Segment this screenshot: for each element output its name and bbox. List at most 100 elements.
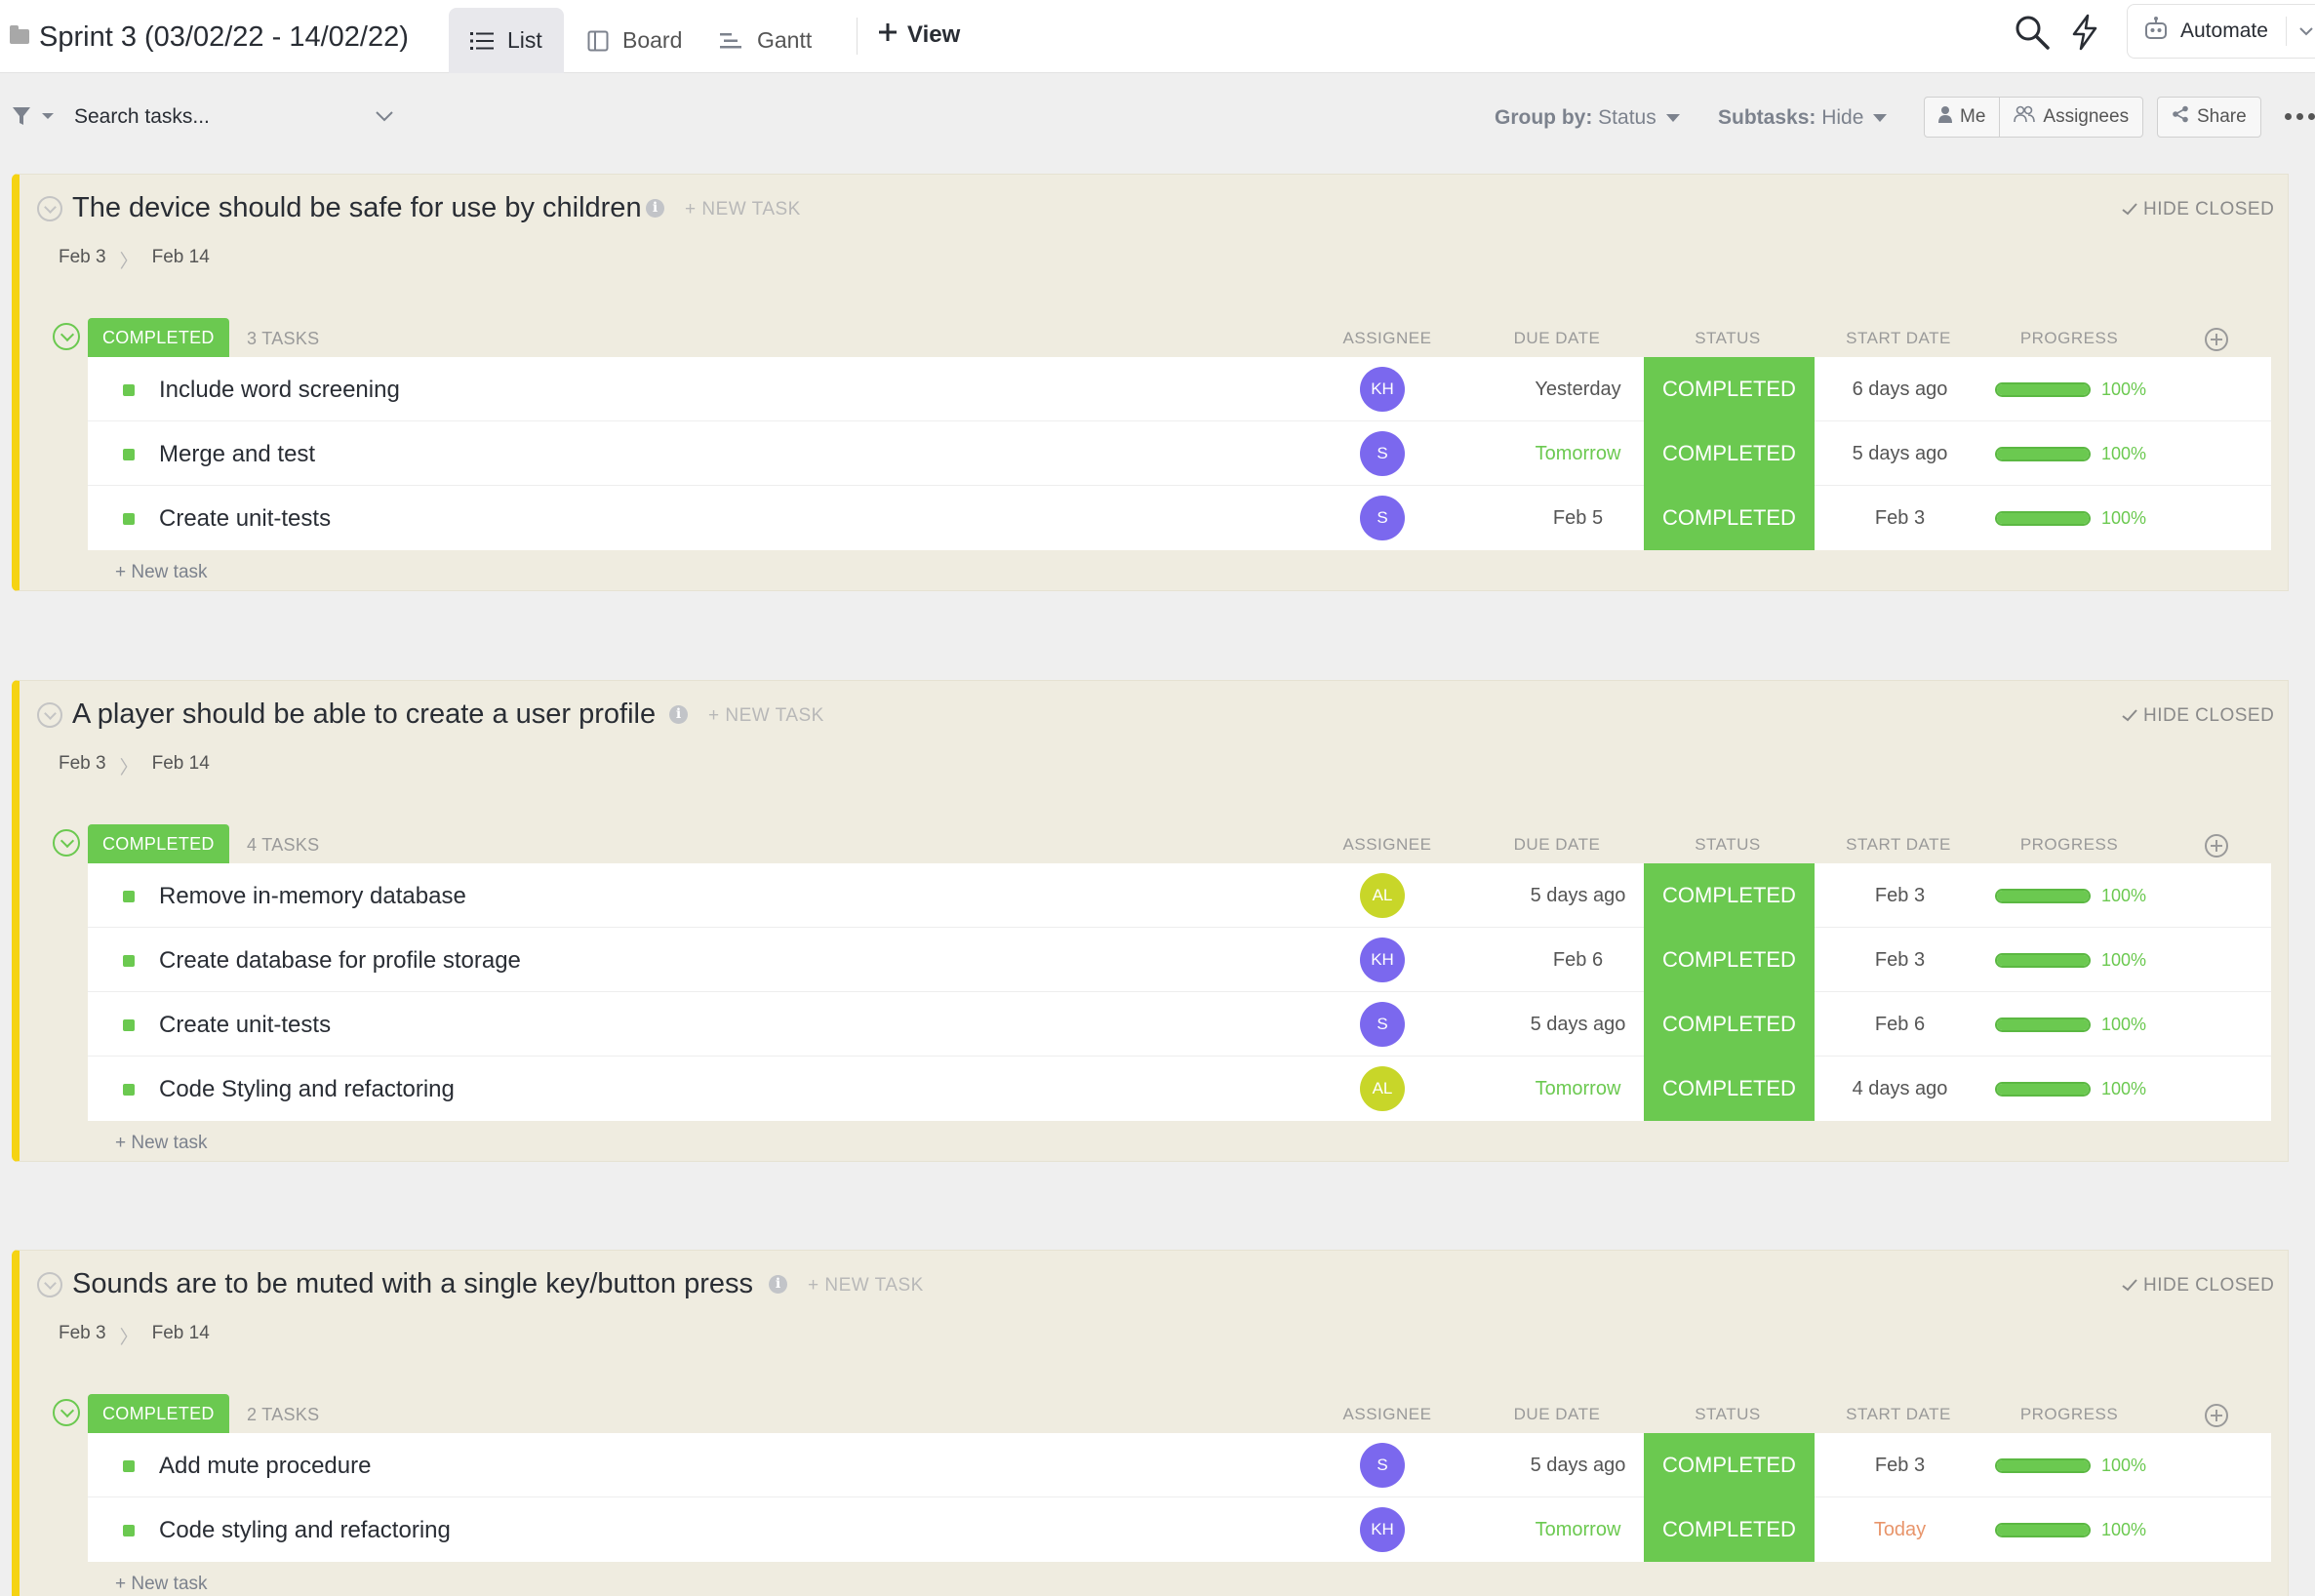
more-options-icon[interactable] bbox=[2285, 113, 2315, 120]
task-status-dot[interactable] bbox=[123, 449, 135, 460]
status-cell[interactable]: COMPLETED bbox=[1644, 1497, 1815, 1562]
status-cell[interactable]: COMPLETED bbox=[1644, 1433, 1815, 1497]
task-row[interactable]: Create database for profile storage KH F… bbox=[88, 928, 2271, 992]
status-group-pill[interactable]: COMPLETED bbox=[88, 824, 229, 863]
filter-icon[interactable] bbox=[12, 105, 55, 132]
add-task-link[interactable]: + New task bbox=[115, 1574, 208, 1595]
hide-closed-button[interactable]: HIDE CLOSED bbox=[2122, 1275, 2274, 1297]
date-range[interactable]: Feb 3 〉 Feb 14 bbox=[59, 753, 210, 779]
task-name[interactable]: Merge and test bbox=[159, 441, 315, 468]
group-collapse-icon[interactable] bbox=[53, 1399, 80, 1426]
add-column-icon[interactable] bbox=[2205, 1404, 2228, 1427]
due-date[interactable]: Tomorrow bbox=[1493, 1519, 1663, 1541]
status-cell[interactable]: COMPLETED bbox=[1644, 1057, 1815, 1121]
due-date[interactable]: Yesterday bbox=[1493, 379, 1663, 401]
search-input[interactable]: Search tasks... bbox=[74, 105, 210, 129]
section-collapse-icon[interactable] bbox=[37, 702, 62, 728]
column-header-assignee[interactable]: ASSIGNEE bbox=[1299, 835, 1475, 855]
assignee-avatar[interactable]: S bbox=[1360, 1443, 1405, 1488]
column-header-progress[interactable]: PROGRESS bbox=[1981, 329, 2157, 348]
info-icon[interactable]: i bbox=[669, 705, 688, 724]
start-date[interactable]: Feb 3 bbox=[1815, 949, 1985, 972]
add-column-icon[interactable] bbox=[2205, 328, 2228, 351]
start-date[interactable]: 4 days ago bbox=[1815, 1078, 1985, 1100]
column-header-assignee[interactable]: ASSIGNEE bbox=[1299, 1405, 1475, 1424]
task-name[interactable]: Create unit-tests bbox=[159, 505, 331, 533]
date-range[interactable]: Feb 3 〉 Feb 14 bbox=[59, 247, 210, 273]
assignee-avatar[interactable]: S bbox=[1360, 431, 1405, 476]
task-name[interactable]: Remove in-memory database bbox=[159, 883, 466, 910]
status-cell[interactable]: COMPLETED bbox=[1644, 486, 1815, 550]
assignee-avatar[interactable]: S bbox=[1360, 1002, 1405, 1047]
task-name[interactable]: Code Styling and refactoring bbox=[159, 1076, 455, 1103]
column-header-progress[interactable]: PROGRESS bbox=[1981, 1405, 2157, 1424]
task-row[interactable]: Code styling and refactoring KH Tomorrow… bbox=[88, 1497, 2271, 1562]
chevron-down-icon[interactable] bbox=[375, 109, 394, 128]
task-status-dot[interactable] bbox=[123, 955, 135, 967]
sprint-title[interactable]: Sprint 3 (03/02/22 - 14/02/22) bbox=[39, 21, 409, 54]
due-date[interactable]: Feb 6 bbox=[1493, 949, 1663, 972]
status-cell[interactable]: COMPLETED bbox=[1644, 928, 1815, 992]
start-date[interactable]: Today bbox=[1815, 1519, 1985, 1541]
hide-closed-button[interactable]: HIDE CLOSED bbox=[2122, 199, 2274, 220]
tab-list[interactable]: List bbox=[449, 8, 564, 73]
column-header-due-date[interactable]: DUE DATE bbox=[1469, 1405, 1645, 1424]
column-header-status[interactable]: STATUS bbox=[1640, 329, 1816, 348]
add-task-link[interactable]: + New task bbox=[115, 1133, 208, 1154]
due-date[interactable]: 5 days ago bbox=[1493, 885, 1663, 907]
start-date[interactable]: Feb 3 bbox=[1815, 1455, 1985, 1477]
section-title[interactable]: The device should be safe for use by chi… bbox=[72, 192, 642, 224]
task-status-dot[interactable] bbox=[123, 513, 135, 525]
search-icon[interactable] bbox=[2014, 14, 2051, 56]
task-name[interactable]: Add mute procedure bbox=[159, 1453, 371, 1480]
task-name[interactable]: Code styling and refactoring bbox=[159, 1517, 451, 1544]
info-icon[interactable]: i bbox=[769, 1275, 787, 1294]
me-button[interactable]: Me bbox=[1925, 98, 1999, 137]
task-row[interactable]: Create unit-tests S Feb 5 COMPLETED Feb … bbox=[88, 486, 2271, 550]
assignee-avatar[interactable]: KH bbox=[1360, 1507, 1405, 1552]
start-date[interactable]: Feb 6 bbox=[1815, 1014, 1985, 1036]
section-title[interactable]: A player should be able to create a user… bbox=[72, 698, 656, 731]
column-header-progress[interactable]: PROGRESS bbox=[1981, 835, 2157, 855]
column-header-start-date[interactable]: START DATE bbox=[1811, 835, 1986, 855]
task-row[interactable]: Code Styling and refactoring AL Tomorrow… bbox=[88, 1057, 2271, 1121]
task-row[interactable]: Create unit-tests S 5 days ago COMPLETED… bbox=[88, 992, 2271, 1057]
info-icon[interactable]: i bbox=[646, 199, 664, 218]
start-date[interactable]: 5 days ago bbox=[1815, 443, 1985, 465]
new-task-button[interactable]: + NEW TASK bbox=[685, 199, 801, 220]
due-date[interactable]: Tomorrow bbox=[1493, 1078, 1663, 1100]
task-name[interactable]: Include word screening bbox=[159, 377, 400, 404]
status-cell[interactable]: COMPLETED bbox=[1644, 357, 1815, 421]
task-status-dot[interactable] bbox=[123, 891, 135, 902]
add-task-link[interactable]: + New task bbox=[115, 562, 208, 583]
status-cell[interactable]: COMPLETED bbox=[1644, 421, 1815, 486]
task-status-dot[interactable] bbox=[123, 384, 135, 396]
status-cell[interactable]: COMPLETED bbox=[1644, 863, 1815, 928]
column-header-assignee[interactable]: ASSIGNEE bbox=[1299, 329, 1475, 348]
task-status-dot[interactable] bbox=[123, 1460, 135, 1472]
due-date[interactable]: Tomorrow bbox=[1493, 443, 1663, 465]
lightning-icon[interactable] bbox=[2070, 14, 2099, 56]
share-button[interactable]: Share bbox=[2157, 97, 2261, 138]
column-header-status[interactable]: STATUS bbox=[1640, 1405, 1816, 1424]
column-header-due-date[interactable]: DUE DATE bbox=[1469, 835, 1645, 855]
assignee-avatar[interactable]: AL bbox=[1360, 873, 1405, 918]
task-name[interactable]: Create unit-tests bbox=[159, 1012, 331, 1039]
status-group-pill[interactable]: COMPLETED bbox=[88, 318, 229, 357]
task-status-dot[interactable] bbox=[123, 1084, 135, 1096]
section-title[interactable]: Sounds are to be muted with a single key… bbox=[72, 1268, 753, 1300]
add-column-icon[interactable] bbox=[2205, 834, 2228, 858]
start-date[interactable]: Feb 3 bbox=[1815, 885, 1985, 907]
assignee-avatar[interactable]: S bbox=[1360, 496, 1405, 540]
group-collapse-icon[interactable] bbox=[53, 323, 80, 350]
task-row[interactable]: Add mute procedure S 5 days ago COMPLETE… bbox=[88, 1433, 2271, 1497]
task-name[interactable]: Create database for profile storage bbox=[159, 947, 521, 975]
assignee-avatar[interactable]: KH bbox=[1360, 938, 1405, 982]
add-view-button[interactable]: View bbox=[878, 21, 960, 49]
column-header-start-date[interactable]: START DATE bbox=[1811, 1405, 1986, 1424]
task-row[interactable]: Merge and test S Tomorrow COMPLETED 5 da… bbox=[88, 421, 2271, 486]
task-status-dot[interactable] bbox=[123, 1019, 135, 1031]
task-row[interactable]: Include word screening KH Yesterday COMP… bbox=[88, 357, 2271, 421]
due-date[interactable]: 5 days ago bbox=[1493, 1014, 1663, 1036]
automate-button[interactable]: Automate bbox=[2127, 4, 2315, 59]
